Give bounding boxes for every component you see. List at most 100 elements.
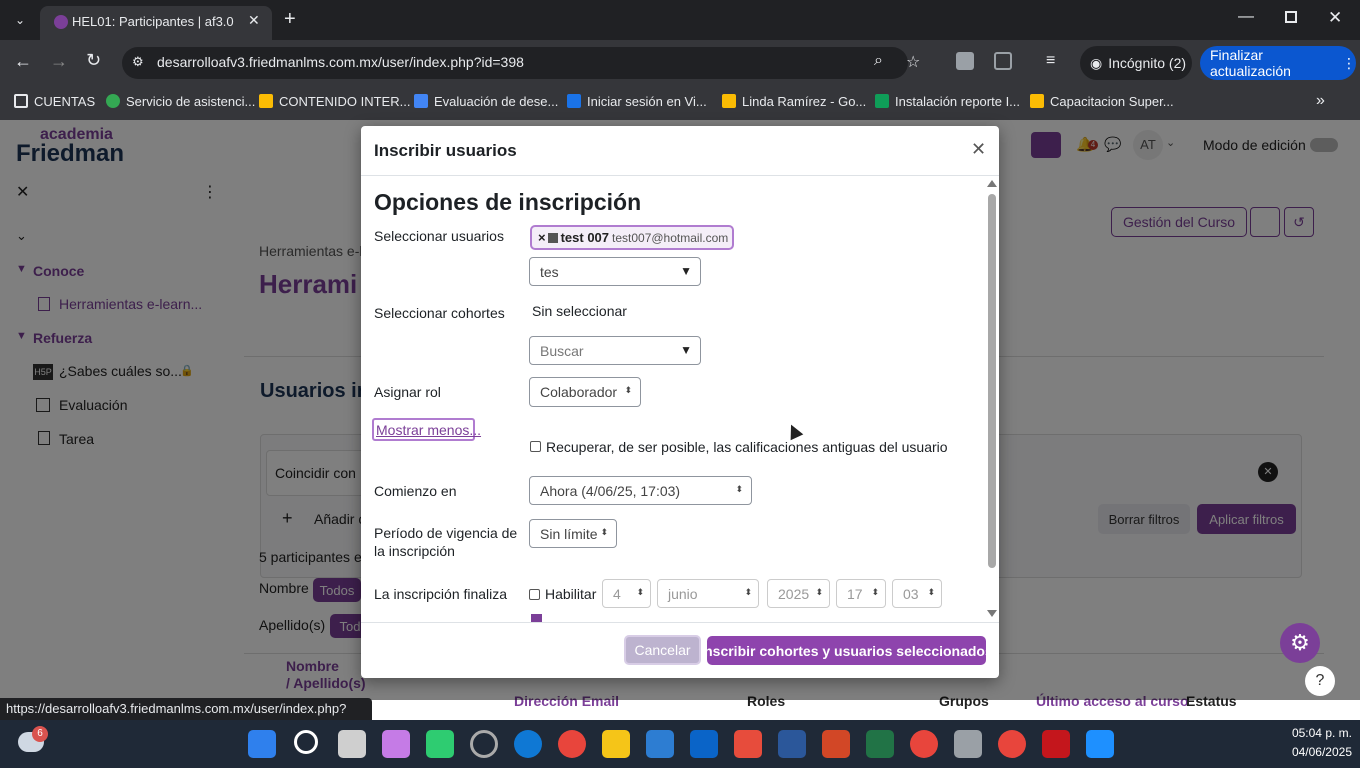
cancel-button[interactable]: Cancelar [624, 635, 701, 665]
bookmark-4[interactable]: Iniciar sesión en Vi... [567, 86, 707, 116]
options-heading: Opciones de inscripción [374, 189, 642, 215]
omnibox[interactable]: ⚙ desarrolloafv3.friedmanlms.com.mx/user… [122, 47, 920, 79]
close-window-icon[interactable]: ✕ [1328, 8, 1342, 28]
modal-scrollbar[interactable] [987, 180, 997, 620]
site-info-icon[interactable]: ⚙ [132, 54, 144, 70]
dropdown-arrow-icon: ▼ [680, 264, 692, 278]
bookmarks-bar: CUENTAS Servicio de asistenci... CONTENI… [0, 86, 1360, 120]
zoom-icon[interactable]: ⌕ [874, 52, 883, 70]
edge-icon[interactable] [514, 730, 542, 758]
reload-icon[interactable]: ↻ [86, 50, 101, 71]
copilot-icon[interactable] [382, 730, 410, 758]
select-arrows-icon: ⬍ [871, 587, 879, 597]
url-text[interactable]: desarrolloafv3.friedmanlms.com.mx/user/i… [157, 54, 524, 70]
maximize-icon[interactable] [1285, 11, 1297, 23]
cohort-search-select[interactable]: Buscar ▼ [529, 336, 701, 365]
bookmark-label: Iniciar sesión en Vi... [587, 93, 707, 109]
powerpoint-icon[interactable] [822, 730, 850, 758]
remove-user-icon[interactable]: × [538, 230, 546, 245]
file-explorer-icon[interactable] [602, 730, 630, 758]
bookmark-3[interactable]: Evaluación de dese... [414, 86, 558, 116]
new-tab-icon[interactable]: + [284, 8, 296, 31]
bookmark-label: Instalación reporte I... [895, 93, 1021, 109]
start-icon[interactable] [248, 730, 276, 758]
modal-title: Inscribir usuarios [374, 141, 517, 160]
end-day-select[interactable]: 4 ⬍ [602, 579, 651, 608]
start-select[interactable]: Ahora (4/06/25, 17:03) ⬍ [529, 476, 752, 505]
tab-close-icon[interactable]: ✕ [248, 12, 260, 29]
word-icon[interactable] [778, 730, 806, 758]
selected-user-chip[interactable]: × test 007 test007@hotmail.com [530, 225, 734, 250]
show-less-label: Mostrar menos... [376, 422, 482, 438]
enable-end-checkbox[interactable] [529, 589, 540, 600]
store-icon[interactable] [646, 730, 674, 758]
show-less-link[interactable]: Mostrar menos... [372, 418, 481, 441]
bookmark-5[interactable]: Linda Ramírez - Go... [722, 86, 866, 116]
cohort-search-placeholder: Buscar [540, 342, 584, 359]
outlook-icon[interactable] [690, 730, 718, 758]
bookmark-0[interactable]: CUENTAS [14, 86, 95, 116]
drive-icon [1030, 94, 1044, 108]
select-users-label: Seleccionar usuarios [374, 228, 504, 244]
vimeo-icon [567, 94, 581, 108]
end-month-select[interactable]: junio ⬍ [657, 579, 759, 608]
select-arrows-icon: ⬍ [735, 484, 743, 494]
task-view-icon[interactable] [338, 730, 366, 758]
browser-tab[interactable]: HEL01: Participantes | af3.0 ✕ [40, 6, 272, 40]
bookmark-7[interactable]: Capacitacion Super... [1030, 86, 1174, 116]
cohorts-none-text: Sin seleccionar [532, 303, 627, 319]
scroll-down-icon[interactable] [987, 610, 997, 617]
obs-icon[interactable] [470, 730, 498, 758]
more-bookmarks-icon[interactable]: » [1316, 92, 1325, 110]
duration-select[interactable]: Sin límite ⬍ [529, 519, 617, 548]
clock-time[interactable]: 05:04 p. m. [1268, 726, 1352, 740]
end-day-value: 4 [613, 585, 621, 602]
help-icon[interactable]: ? [1305, 666, 1335, 696]
end-year-select[interactable]: 2025 ⬍ [767, 579, 830, 608]
anydesk-icon[interactable] [734, 730, 762, 758]
incognito-button[interactable]: ◉ Incógnito (2) [1080, 46, 1192, 80]
extensions-icon[interactable] [994, 52, 1012, 70]
media-icon[interactable]: ≡ [1046, 52, 1055, 70]
bookmark-label: Capacitacion Super... [1050, 93, 1174, 109]
headset-icon [106, 94, 120, 108]
app-blue-icon[interactable] [1086, 730, 1114, 758]
clock-date[interactable]: 04/06/2025 [1268, 745, 1352, 759]
bookmark-6[interactable]: Instalación reporte I... [875, 86, 1020, 116]
bookmark-2[interactable]: CONTENIDO INTER... [259, 86, 410, 116]
excel-icon[interactable] [866, 730, 894, 758]
back-icon[interactable]: ← [14, 51, 32, 72]
minimize-icon[interactable]: — [1238, 8, 1254, 26]
browser-tab-strip: ⌄ HEL01: Participantes | af3.0 ✕ + — ✕ [0, 0, 1360, 40]
user-picture-icon [547, 232, 558, 243]
start-value: Ahora (4/06/25, 17:03) [540, 482, 681, 499]
mouse-cursor-icon [784, 421, 804, 441]
settings-gear-icon[interactable]: ⚙ [1280, 623, 1320, 663]
modal-close-icon[interactable]: ✕ [971, 139, 986, 160]
role-select[interactable]: Colaborador ⬍ [529, 377, 641, 407]
select-arrows-icon: ⬍ [815, 587, 823, 597]
select-arrows-icon: ⬍ [624, 385, 632, 395]
chrome-active-icon[interactable] [910, 730, 938, 758]
search-icon[interactable] [294, 730, 318, 754]
recover-grades-checkbox[interactable] [530, 441, 541, 452]
scrollbar-thumb[interactable] [988, 194, 996, 568]
bookmark-1[interactable]: Servicio de asistenci... [106, 86, 255, 116]
user-search-select[interactable]: tes ▼ [529, 257, 701, 286]
forward-icon[interactable]: → [50, 51, 68, 72]
app-icon[interactable] [426, 730, 454, 758]
chrome-icon[interactable] [558, 730, 586, 758]
scroll-up-icon[interactable] [987, 180, 997, 187]
snipping-icon[interactable] [954, 730, 982, 758]
update-button[interactable]: Finalizar actualización ⋮ [1200, 46, 1356, 80]
acrobat-icon[interactable] [1042, 730, 1070, 758]
chrome-profile-icon[interactable] [998, 730, 1026, 758]
end-hour-select[interactable]: 17 ⬍ [836, 579, 886, 608]
calendar-icon[interactable] [531, 614, 542, 622]
tab-search-icon[interactable]: ⌄ [10, 10, 30, 30]
camera-icon[interactable] [956, 52, 974, 70]
duration-value: Sin límite [540, 525, 598, 542]
end-minute-select[interactable]: 03 ⬍ [892, 579, 942, 608]
enrol-submit-button[interactable]: Inscribir cohortes y usuarios selecciona… [700, 636, 993, 665]
bookmark-star-icon[interactable]: ☆ [906, 52, 920, 72]
